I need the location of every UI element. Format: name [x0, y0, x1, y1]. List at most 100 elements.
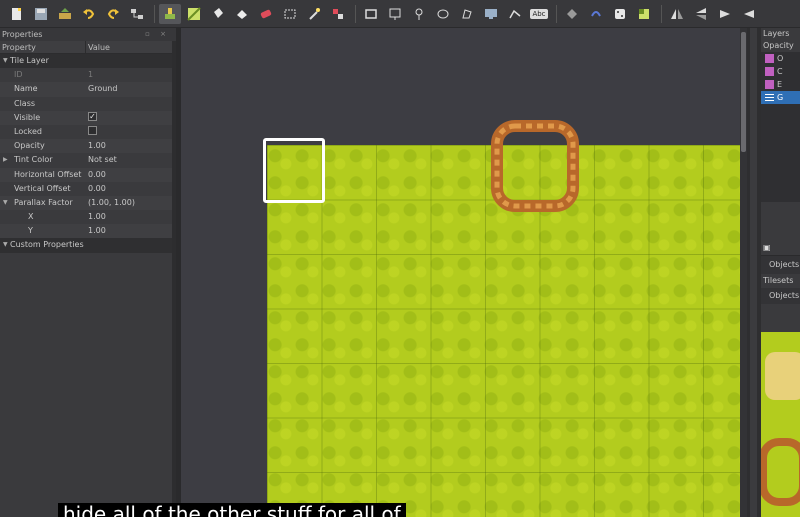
canvas-vertical-scrollbar[interactable] [740, 28, 747, 517]
property-value[interactable]: 0.00 [86, 168, 106, 182]
commands-icon[interactable] [126, 4, 148, 24]
property-row-tint-color[interactable]: ▶ Tint Color Not set [0, 153, 176, 167]
flip-vertical-icon[interactable] [690, 4, 712, 24]
visible-checkbox[interactable]: ✓ [88, 111, 97, 121]
layer-name: O [777, 54, 784, 63]
layer-item[interactable]: E [761, 78, 800, 91]
layers-list[interactable]: O C E G [761, 52, 800, 202]
property-value: 1 [88, 70, 94, 80]
expand-arrow-icon[interactable]: ▼ [3, 238, 8, 252]
property-row-horizontal-offset[interactable]: Horizontal Offset 0.00 [0, 167, 176, 182]
property-value[interactable]: (1.00, 1.00) [86, 196, 135, 210]
polygon-object-icon[interactable] [432, 4, 454, 24]
property-row-parallax-y[interactable]: Y 1.00 [0, 224, 176, 239]
dock-splitter[interactable] [747, 28, 761, 517]
tileset-preview[interactable] [761, 332, 800, 517]
property-value[interactable]: ✓ [86, 111, 97, 125]
shape-fill-icon[interactable] [231, 4, 253, 24]
rotate-right-icon[interactable] [738, 4, 760, 24]
export-icon[interactable] [54, 4, 76, 24]
toolbar-separator [556, 4, 557, 23]
save-icon[interactable] [30, 4, 52, 24]
layers-title: Layers [763, 29, 790, 38]
layer-name: G [777, 93, 784, 102]
property-row-parallax-x[interactable]: X 1.00 [0, 210, 176, 224]
expand-arrow-icon[interactable]: ▼ [3, 196, 8, 210]
layer-item[interactable]: C [761, 65, 800, 78]
property-value[interactable]: 1.00 [86, 224, 106, 238]
property-key: Name [14, 84, 38, 94]
text-tool-label: Abc [530, 8, 548, 19]
map-canvas[interactable] [181, 28, 747, 517]
undo-icon[interactable] [78, 4, 100, 24]
tile-object-icon[interactable] [456, 4, 478, 24]
property-value[interactable] [86, 97, 88, 111]
polyline-object-icon[interactable] [504, 4, 526, 24]
rectangle-select-icon[interactable] [279, 4, 301, 24]
new-map-icon[interactable] [6, 4, 28, 24]
property-value[interactable] [86, 125, 97, 139]
dice-icon[interactable] [609, 4, 631, 24]
property-key: Visible [14, 112, 41, 122]
object-layer-icon [765, 80, 774, 89]
ellipse-object-icon[interactable] [408, 4, 430, 24]
group-tile-layer[interactable]: ▼ Tile Layer [0, 54, 176, 69]
properties-panel: Properties ▫ × Property Value ▼ Tile Lay… [0, 28, 176, 517]
expand-arrow-icon[interactable]: ▶ [3, 153, 8, 167]
wang-fill-icon[interactable] [633, 4, 655, 24]
property-value[interactable]: 1.00 [86, 139, 106, 153]
magic-wand-icon[interactable] [303, 4, 325, 24]
layer-item[interactable]: O [761, 52, 800, 65]
property-row-parallax-factor[interactable]: ▼ Parallax Factor (1.00, 1.00) [0, 195, 176, 211]
property-value[interactable]: 1.00 [86, 210, 106, 224]
property-key: ID [14, 70, 23, 80]
objects-tool-icon[interactable]: ▣ [763, 243, 771, 252]
property-row-class[interactable]: Class [0, 97, 176, 111]
rectangle-object-icon[interactable] [360, 4, 382, 24]
property-key: Parallax Factor [14, 197, 73, 207]
property-row-name[interactable]: Name Ground [0, 82, 176, 97]
property-value[interactable]: 0.00 [86, 182, 106, 196]
text-object-icon[interactable]: Abc [528, 4, 550, 24]
object-layer-icon [765, 67, 774, 76]
property-row-visible[interactable]: Visible ✓ [0, 110, 176, 125]
property-row-opacity[interactable]: Opacity 1.00 [0, 139, 176, 154]
terrain-brush-icon[interactable] [183, 4, 205, 24]
redo-icon[interactable] [102, 4, 124, 24]
tileset-image [761, 332, 800, 517]
opacity-label: Opacity [763, 41, 794, 50]
objects-tab[interactable]: Objects [761, 256, 800, 274]
group-label: Custom Properties [10, 240, 84, 250]
tileset-tab[interactable]: Objects [761, 288, 800, 304]
select-same-tile-icon[interactable] [327, 4, 349, 24]
toolbar-separator [661, 4, 662, 23]
splitter-handle[interactable] [750, 28, 757, 517]
panel-float-close-icons[interactable]: ▫ × [145, 28, 170, 41]
world-icon[interactable] [561, 4, 583, 24]
property-value[interactable]: Not set [86, 153, 117, 167]
property-row-id: ID 1 [0, 68, 176, 82]
property-row-vertical-offset[interactable]: Vertical Offset 0.00 [0, 182, 176, 196]
properties-title-bar: Properties ▫ × [0, 28, 176, 41]
property-column-header[interactable]: Property [0, 41, 86, 53]
eraser-icon[interactable] [255, 4, 277, 24]
value-column-header[interactable]: Value [86, 41, 110, 53]
layer-name: C [777, 67, 783, 76]
toolbar-separator [154, 4, 155, 23]
group-label: Tile Layer [10, 56, 49, 65]
scrollbar-thumb[interactable] [741, 32, 746, 152]
stamp-brush-icon[interactable] [159, 3, 181, 24]
property-row-locked[interactable]: Locked [0, 125, 176, 139]
property-value[interactable]: Ground [86, 82, 117, 96]
flip-horizontal-icon[interactable] [666, 4, 688, 24]
group-custom-properties[interactable]: ▼ Custom Properties [0, 238, 176, 253]
layer-item-selected[interactable]: G [761, 91, 800, 104]
locked-checkbox[interactable] [88, 125, 97, 135]
property-key: X [28, 212, 34, 222]
point-object-icon[interactable] [384, 4, 406, 24]
bucket-fill-icon[interactable] [207, 4, 229, 24]
random-mode-icon[interactable] [585, 4, 607, 24]
expand-arrow-icon[interactable]: ▼ [3, 54, 8, 68]
rotate-left-icon[interactable] [714, 4, 736, 24]
template-icon[interactable] [480, 4, 502, 24]
